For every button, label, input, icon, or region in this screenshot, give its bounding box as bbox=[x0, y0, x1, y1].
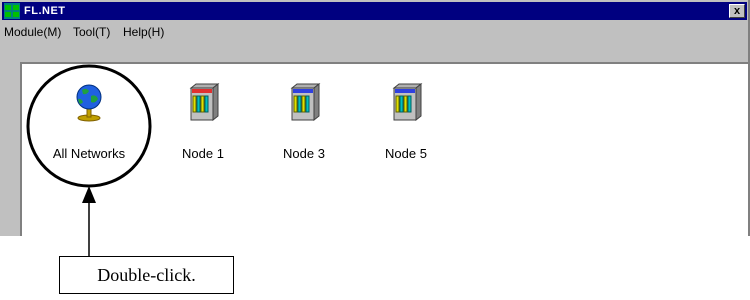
node-label: All Networks bbox=[52, 146, 126, 161]
node-device-icon bbox=[189, 82, 220, 122]
node-label: Node 3 bbox=[283, 146, 325, 161]
close-button[interactable]: x bbox=[729, 4, 745, 18]
menu-bar: Module(M) Tool(T) Help(H) bbox=[2, 22, 747, 42]
node-all-networks[interactable]: All Networks bbox=[34, 82, 144, 182]
menu-tool[interactable]: Tool(T) bbox=[73, 25, 110, 39]
node-3[interactable]: Node 3 bbox=[249, 82, 359, 182]
menu-help[interactable]: Help(H) bbox=[123, 25, 164, 39]
callout-box: Double-click. bbox=[59, 256, 234, 294]
node-5[interactable]: Node 5 bbox=[351, 82, 461, 182]
menu-module[interactable]: Module(M) bbox=[4, 25, 61, 39]
title-bar: FL.NET x bbox=[2, 2, 747, 20]
node-device-icon bbox=[290, 82, 321, 122]
node-1[interactable]: Node 1 bbox=[148, 82, 258, 182]
app-icon bbox=[4, 3, 20, 19]
window-title: FL.NET bbox=[24, 5, 66, 17]
globe-icon bbox=[76, 84, 102, 122]
node-label: Node 5 bbox=[385, 146, 427, 161]
node-label: Node 1 bbox=[182, 146, 224, 161]
node-device-icon bbox=[392, 82, 423, 122]
